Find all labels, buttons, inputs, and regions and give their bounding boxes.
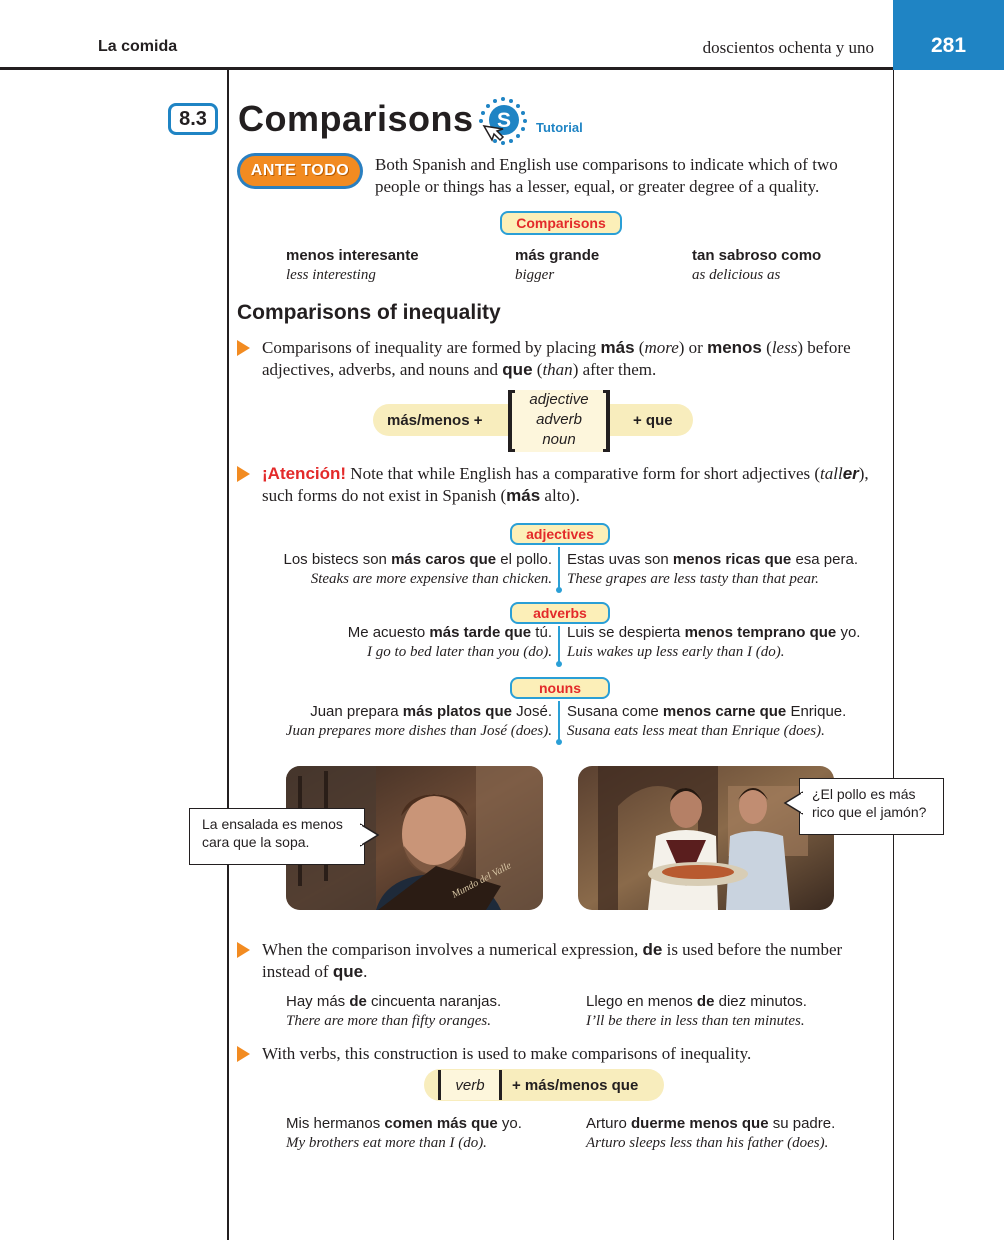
example-english: My brothers eat more than I (do). bbox=[286, 1135, 487, 1151]
example-spanish: menos interesante bbox=[286, 247, 419, 264]
example-spanish: tan sabroso como bbox=[692, 247, 822, 264]
page-number: 281 bbox=[930, 34, 967, 57]
subsection-heading: Comparisons of inequality bbox=[237, 301, 501, 324]
example-english: These grapes are less tasty than that pe… bbox=[567, 571, 819, 587]
margin-rule-left bbox=[227, 70, 229, 1240]
example-english: I’ll be there in less than ten minutes. bbox=[586, 1013, 805, 1029]
example-spanish: Mis hermanos comen más que yo. bbox=[286, 1115, 522, 1132]
page-number-words: doscientos ochenta y uno bbox=[702, 38, 874, 57]
header-rule bbox=[0, 67, 893, 70]
comparisons-pill: Comparisons bbox=[500, 211, 622, 235]
bullet-arrow-icon bbox=[237, 942, 250, 958]
example-left: Me acuesto más tarde que tú. I go to bed… bbox=[348, 624, 552, 661]
example-spanish: Llego en menos de diez minutos. bbox=[586, 993, 807, 1010]
chapter-title: La comida bbox=[98, 38, 178, 55]
margin-rule-right bbox=[893, 70, 894, 1240]
section-title: Comparisons bbox=[238, 98, 474, 139]
bullet-arrow-icon bbox=[237, 466, 250, 482]
page-number-tab: 281 bbox=[893, 0, 1004, 70]
verbs-paragraph: With verbs, this construction is used to… bbox=[262, 1044, 752, 1063]
example-english: less interesting bbox=[286, 267, 376, 283]
formula-item: adjective bbox=[529, 391, 589, 408]
tutorial-link[interactable]: Tutorial bbox=[536, 120, 583, 135]
attention-label: ¡Atención! bbox=[262, 464, 347, 483]
divider-dot bbox=[556, 739, 562, 745]
verb-bracket: verb bbox=[438, 1070, 502, 1100]
example-english: There are more than fifty oranges. bbox=[286, 1013, 491, 1029]
example-spanish: Me acuesto más tarde que tú. bbox=[347, 624, 552, 641]
speech-bubble-tail-right bbox=[783, 791, 803, 815]
example-english: Arturo sleeps less than his father (does… bbox=[586, 1135, 829, 1151]
example-spanish: Juan prepara más platos que José. bbox=[310, 703, 552, 720]
example-english: as delicious as bbox=[692, 267, 781, 283]
category-pill: adjectives bbox=[510, 523, 610, 545]
tutorial-icon[interactable]: S bbox=[478, 96, 528, 146]
example-spanish: más grande bbox=[515, 247, 600, 264]
category-pill: nouns bbox=[510, 677, 610, 699]
category-pill: adverbs bbox=[510, 602, 610, 624]
example-block: tan sabroso como as delicious as bbox=[692, 247, 821, 284]
ante-todo-label: ANTE TODO bbox=[240, 156, 360, 186]
example-spanish: Susana come menos carne que Enrique. bbox=[567, 703, 847, 720]
bullet-arrow-icon bbox=[237, 1046, 250, 1062]
example-english: I go to bed later than you (do). bbox=[367, 644, 552, 660]
divider-line bbox=[558, 701, 560, 741]
example-left: Juan prepara más platos que José. Juan p… bbox=[286, 703, 552, 740]
divider-line bbox=[558, 626, 560, 662]
example-block: Hay más de cincuenta naranjas. There are… bbox=[286, 993, 501, 1030]
example-english: Luis wakes up less early than I (do). bbox=[567, 644, 785, 660]
example-right: Luis se despierta menos temprano que yo.… bbox=[567, 624, 860, 661]
example-block: Mis hermanos comen más que yo. My brothe… bbox=[286, 1115, 522, 1152]
photo-waiter-serving bbox=[578, 766, 834, 910]
example-block: menos interesante less interesting bbox=[286, 247, 419, 284]
divider-dot bbox=[556, 661, 562, 667]
example-spanish: Estas uvas son menos ricas que esa pera. bbox=[567, 551, 858, 568]
example-english: Susana eats less meat than Enrique (does… bbox=[567, 723, 825, 739]
formula-item: adverb bbox=[536, 411, 582, 428]
example-spanish: Los bistecs son más caros que el pollo. bbox=[283, 551, 553, 568]
section-number: 8.3 bbox=[179, 107, 207, 130]
rule-paragraph: Comparisons of inequality are formed by … bbox=[262, 338, 851, 379]
example-block: Llego en menos de diez minutos. I’ll be … bbox=[586, 993, 807, 1030]
speech-bubble-left: La ensalada es menos cara que la sopa. bbox=[189, 808, 365, 865]
formula-bracket: adjective adverb noun bbox=[508, 390, 610, 452]
divider-line bbox=[558, 547, 560, 588]
attention-paragraph: ¡Atención! Note that while English has a… bbox=[262, 464, 869, 505]
example-block: Arturo duerme menos que su padre. Arturo… bbox=[586, 1115, 835, 1152]
example-english: Juan prepares more dishes than José (doe… bbox=[285, 723, 552, 739]
example-english: Steaks are more expensive than chicken. bbox=[310, 571, 552, 587]
example-right: Susana come menos carne que Enrique. Sus… bbox=[567, 703, 846, 740]
example-left: Los bistecs son más caros que el pollo. … bbox=[284, 551, 553, 588]
example-spanish: Luis se despierta menos temprano que yo. bbox=[567, 624, 861, 641]
example-english: bigger bbox=[515, 267, 555, 283]
numerical-paragraph: When the comparison involves a numerical… bbox=[262, 940, 843, 981]
ante-todo-badge: ANTE TODO bbox=[237, 153, 363, 189]
example-block: más grande bigger bbox=[515, 247, 599, 284]
formula-item: noun bbox=[542, 431, 576, 448]
bullet-arrow-icon bbox=[237, 340, 250, 356]
section-number-badge: 8.3 bbox=[168, 103, 218, 135]
formula-right: + que bbox=[633, 412, 673, 429]
example-right: Estas uvas son menos ricas que esa pera.… bbox=[567, 551, 858, 588]
example-spanish: Hay más de cincuenta naranjas. bbox=[286, 993, 502, 1010]
speech-bubble-tail-left bbox=[360, 823, 380, 847]
intro-paragraph: Both Spanish and English use comparisons… bbox=[375, 155, 838, 196]
divider-dot bbox=[556, 587, 562, 593]
verb-formula-rest: + más/menos que bbox=[512, 1077, 639, 1094]
formula-left: más/menos + bbox=[387, 412, 483, 429]
example-spanish: Arturo duerme menos que su padre. bbox=[586, 1115, 836, 1132]
speech-bubble-right: ¿El pollo es más rico que el jamón? bbox=[799, 778, 944, 835]
